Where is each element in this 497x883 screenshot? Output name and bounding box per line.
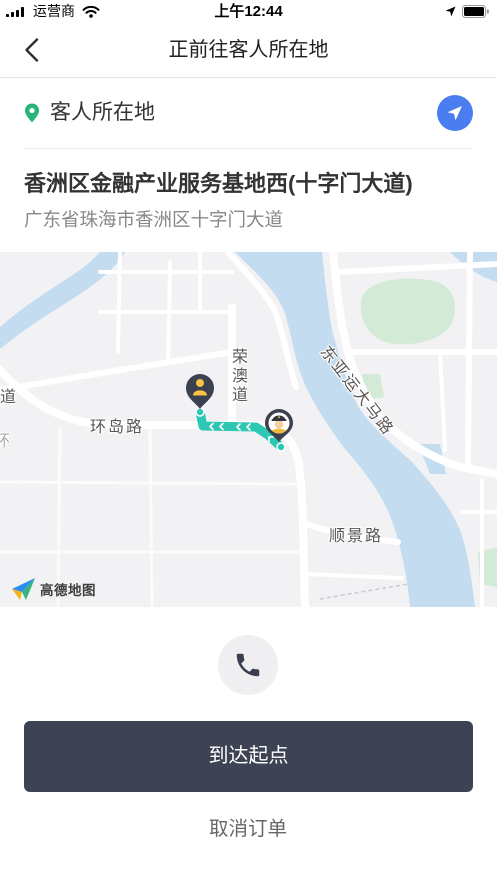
status-bar: 运营商 上午12:44 (0, 0, 497, 24)
chevron-left-icon (25, 38, 39, 62)
map-label-rongao-road: 荣澳道 (229, 348, 246, 405)
passenger-marker-icon (186, 374, 214, 409)
location-arrow-icon (445, 6, 456, 17)
address-detail: 广东省珠海市香洲区十字门大道 (24, 209, 284, 230)
nav-bar: 正前往客人所在地 (0, 24, 497, 78)
map-view[interactable]: 荣澳道 环岛路 东亚运大马路 顺景路 道 环 高德地图 (0, 252, 497, 607)
arrive-at-pickup-button[interactable]: 到达起点 (24, 721, 473, 792)
map-label-left-edge: 道 (0, 389, 19, 406)
cancel-order-button[interactable]: 取消订单 (148, 816, 348, 842)
map-label-shunjing-road: 顺景路 (329, 528, 384, 545)
back-button[interactable] (12, 30, 52, 70)
amap-logo-icon (12, 578, 35, 600)
location-pin-icon (25, 103, 39, 123)
pickup-label: 客人所在地 (50, 101, 155, 124)
page-title: 正前往客人所在地 (168, 39, 329, 61)
map-label-huandao-road: 环岛路 (90, 419, 145, 436)
call-button[interactable] (218, 635, 278, 695)
status-time: 上午12:44 (214, 3, 283, 20)
battery-icon (462, 5, 489, 18)
navigation-arrow-icon (447, 106, 462, 121)
map-label-left-edge-faded: 环 (0, 433, 13, 450)
navigate-button[interactable] (437, 95, 473, 131)
address-title: 香洲区金融产业服务基地西(十字门大道) (24, 171, 413, 196)
divider (24, 148, 473, 149)
map-canvas (0, 252, 497, 607)
map-provider-logo: 高德地图 (40, 583, 96, 598)
phone-icon (236, 653, 260, 677)
